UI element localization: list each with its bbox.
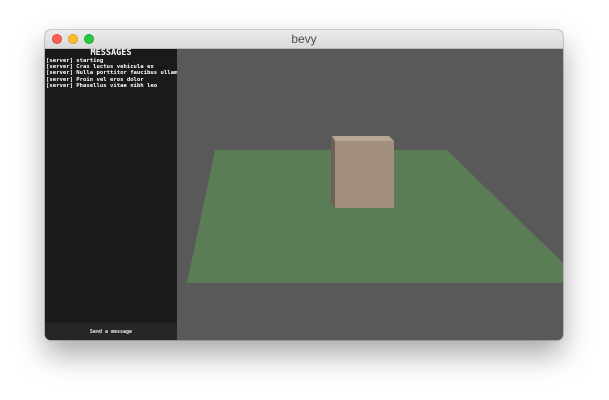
3d-viewport[interactable] (177, 49, 563, 340)
message-list: [server] starting [server] Cras luctus v… (46, 58, 198, 89)
window-content: MESSAGES [server] starting [server] Cras… (45, 49, 563, 340)
app-window: bevy MESSAGES [server] starting [server]… (45, 30, 563, 340)
messages-heading: MESSAGES (90, 48, 132, 58)
message-item: [server] Phasellus vitae nibh leo (46, 82, 158, 89)
scene-canvas (187, 136, 563, 283)
compose-bar (45, 322, 177, 340)
message-input[interactable] (45, 323, 177, 340)
cube-front-face (335, 141, 394, 208)
title-bar[interactable]: bevy (45, 30, 563, 49)
window-title: bevy (291, 32, 317, 46)
cube-side-face (331, 136, 335, 208)
messages-panel: MESSAGES [server] starting [server] Cras… (45, 48, 198, 340)
message-item: [server] Nulla porttitor faucibus ullamc… (46, 70, 198, 77)
cube-top-face (332, 136, 394, 141)
